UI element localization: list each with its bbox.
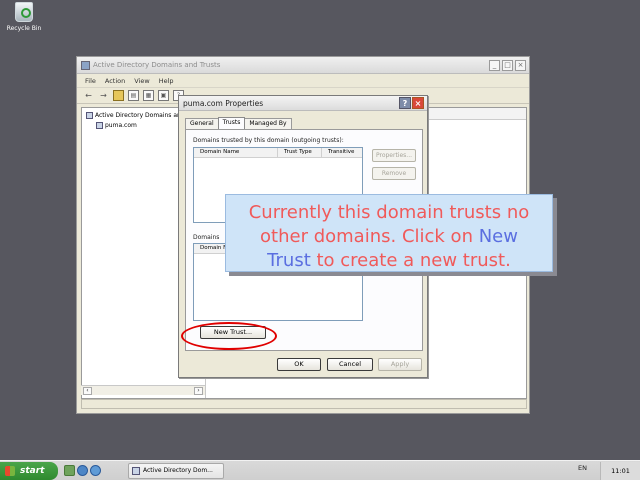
dialog-close-button[interactable]: × xyxy=(412,97,424,109)
system-tray: 11:01 xyxy=(600,462,640,480)
tab-trusts[interactable]: Trusts xyxy=(217,117,246,129)
menu-view[interactable]: View xyxy=(134,77,149,85)
back-arrow-icon[interactable]: ← xyxy=(83,90,94,101)
refresh-icon[interactable]: ▣ xyxy=(158,90,169,101)
forward-arrow-icon[interactable]: → xyxy=(98,90,109,101)
status-bar xyxy=(81,399,527,409)
domain-icon xyxy=(96,121,103,129)
column-trust-type[interactable]: Trust Type xyxy=(278,148,322,157)
apply-button[interactable]: Apply xyxy=(378,358,422,371)
tutorial-callout: Currently this domain trusts no other do… xyxy=(225,194,553,272)
scroll-left-icon[interactable]: ‹ xyxy=(83,386,92,395)
tab-managed-by[interactable]: Managed By xyxy=(244,118,292,129)
main-window-titlebar[interactable]: Active Directory Domains and Trusts _ □ … xyxy=(77,57,529,74)
column-domain-name[interactable]: Domain Name xyxy=(194,148,278,157)
tab-general[interactable]: General xyxy=(185,118,219,129)
windows-flag-icon xyxy=(5,466,15,476)
start-label: start xyxy=(20,466,45,476)
recycle-bin-label: Recycle Bin xyxy=(6,25,42,32)
mmc-app-icon xyxy=(81,60,90,70)
recycle-bin-desktop-icon[interactable]: Recycle Bin xyxy=(6,2,42,32)
menubar: File Action View Help xyxy=(77,74,529,88)
properties-icon[interactable]: ▦ xyxy=(143,90,154,101)
tree-item-root-label: Active Directory Domains an xyxy=(95,111,181,119)
taskbar-item-label: Active Directory Dom... xyxy=(143,467,213,474)
maximize-button[interactable]: □ xyxy=(502,59,513,71)
main-window-title: Active Directory Domains and Trusts xyxy=(93,61,221,69)
media-player-icon[interactable] xyxy=(90,465,101,476)
start-button[interactable]: start xyxy=(0,462,58,480)
taskbar-item-ad-domains[interactable]: Active Directory Dom... xyxy=(128,463,224,479)
minimize-button[interactable]: _ xyxy=(489,59,500,71)
menu-help[interactable]: Help xyxy=(159,77,174,85)
outgoing-trusts-label: Domains trusted by this domain (outgoing… xyxy=(193,137,344,144)
column-transitive[interactable]: Transitive xyxy=(322,148,362,157)
taskbar-item-icon xyxy=(132,467,140,475)
language-indicator[interactable]: EN xyxy=(578,464,587,472)
dialog-help-button[interactable]: ? xyxy=(399,97,411,109)
internet-explorer-icon[interactable] xyxy=(77,465,88,476)
show-desktop-icon[interactable] xyxy=(64,465,75,476)
callout-text-part2: to create a new trust. xyxy=(310,250,511,271)
new-trust-highlight-ellipse xyxy=(181,322,277,350)
tree-horizontal-scrollbar[interactable]: ‹ › xyxy=(81,385,205,395)
cancel-button[interactable]: Cancel xyxy=(327,358,373,371)
dialog-titlebar[interactable]: puma.com Properties ? × xyxy=(179,96,427,111)
up-folder-icon[interactable] xyxy=(113,90,124,101)
show-hide-tree-icon[interactable]: ▤ xyxy=(128,90,139,101)
tree-item-puma-label: puma.com xyxy=(105,121,137,129)
scroll-right-icon[interactable]: › xyxy=(194,386,203,395)
remove-button[interactable]: Remove xyxy=(372,167,416,180)
dialog-title: puma.com Properties xyxy=(183,98,264,108)
recycle-bin-icon xyxy=(15,2,33,22)
properties-button[interactable]: Properties... xyxy=(372,149,416,162)
clock[interactable]: 11:01 xyxy=(611,467,630,475)
incoming-trusts-label: Domains xyxy=(193,234,220,241)
domains-trusts-icon xyxy=(86,111,93,119)
outgoing-list-header: Domain Name Trust Type Transitive xyxy=(194,148,362,158)
taskbar: start Active Directory Dom... EN 11:01 xyxy=(0,460,640,480)
ok-button[interactable]: OK xyxy=(277,358,321,371)
close-button[interactable]: × xyxy=(515,59,526,71)
menu-file[interactable]: File xyxy=(85,77,96,85)
dialog-tabs: General Trusts Managed By xyxy=(185,117,292,129)
menu-action[interactable]: Action xyxy=(105,77,125,85)
